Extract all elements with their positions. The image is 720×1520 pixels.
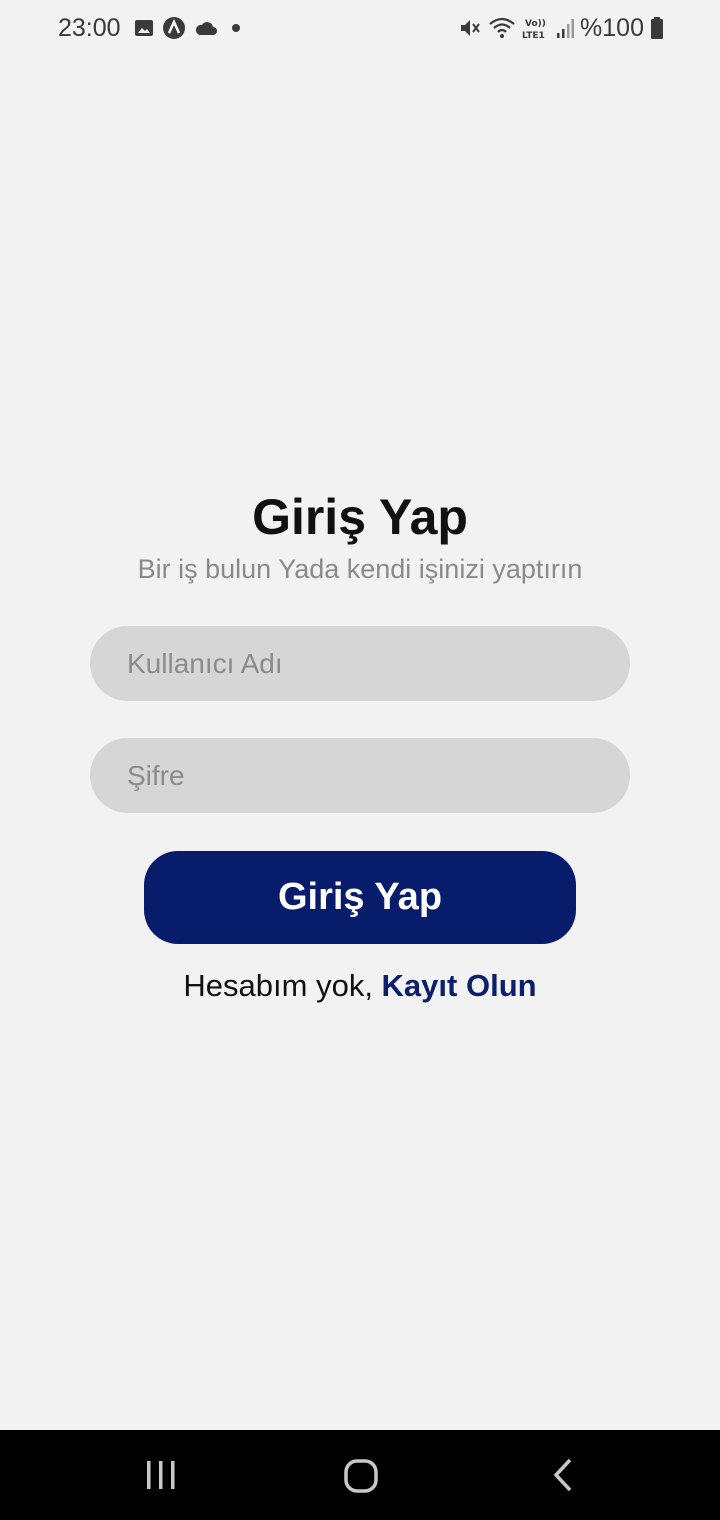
username-input[interactable] xyxy=(90,626,630,701)
notification-icons xyxy=(134,16,242,40)
register-prompt: Hesabım yok, Kayıt Olun xyxy=(0,968,720,1004)
image-icon xyxy=(134,19,154,37)
login-button[interactable]: Giriş Yap xyxy=(144,851,576,944)
navigation-bar xyxy=(0,1430,720,1520)
system-icons: Vo)) LTE1 %100 xyxy=(458,14,664,42)
signal-icon xyxy=(556,17,575,39)
dot-icon xyxy=(226,23,242,33)
back-icon[interactable] xyxy=(541,1454,585,1498)
mute-icon xyxy=(458,16,482,40)
status-bar: 23:00 Vo)) LTE1 %100 xyxy=(0,0,720,56)
svg-text:Vo)): Vo)) xyxy=(525,19,546,29)
volte-lte-icon: Vo)) LTE1 xyxy=(522,16,550,40)
battery-percentage: %100 xyxy=(580,13,644,42)
wifi-icon xyxy=(488,16,516,40)
recents-icon[interactable] xyxy=(139,1454,183,1498)
battery-icon xyxy=(650,16,664,40)
svg-text:LTE1: LTE1 xyxy=(522,31,545,40)
no-account-text: Hesabım yok, xyxy=(183,968,382,1003)
password-input[interactable] xyxy=(90,738,630,813)
page-title: Giriş Yap xyxy=(252,489,468,545)
cloud-icon xyxy=(194,20,218,36)
status-time: 23:00 xyxy=(58,14,121,42)
home-icon[interactable] xyxy=(339,1454,383,1498)
app-icon xyxy=(162,16,186,40)
login-screen: 23:00 Vo)) LTE1 %100 Giriş Yap Bir iş bu… xyxy=(0,0,720,1520)
register-link[interactable]: Kayıt Olun xyxy=(382,968,537,1003)
page-subtitle: Bir iş bulun Yada kendi işinizi yaptırın xyxy=(137,554,583,584)
